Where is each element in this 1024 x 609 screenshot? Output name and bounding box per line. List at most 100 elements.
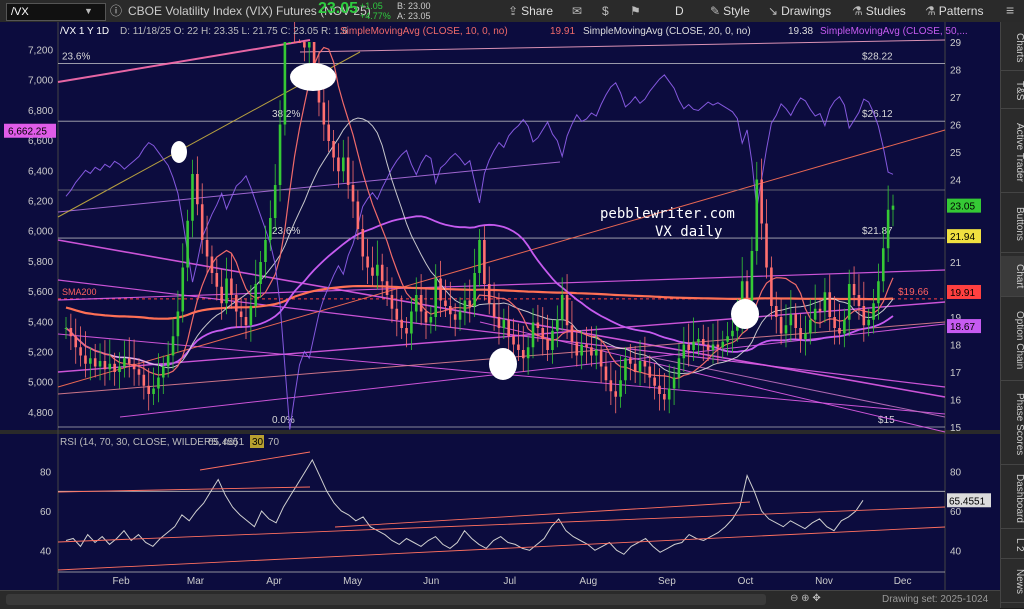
candle-body xyxy=(570,325,574,342)
candle-body xyxy=(303,42,306,48)
candle-body xyxy=(439,278,442,301)
candle-body xyxy=(283,42,287,125)
tab-active-trader[interactable]: Active Trader xyxy=(1001,112,1024,193)
candle-body xyxy=(551,330,554,350)
highlight-oval xyxy=(171,141,187,163)
left-axis-tick: 6,000 xyxy=(28,227,53,238)
candle-body xyxy=(521,350,525,359)
info-icon[interactable]: ⓘ xyxy=(110,3,122,19)
envelope-icon: ✉ xyxy=(572,4,583,18)
tab-buttons[interactable]: Buttons xyxy=(1001,196,1024,253)
tab-chart[interactable]: Chart xyxy=(1001,256,1024,297)
studies-button[interactable]: ⚗ Studies xyxy=(852,3,906,19)
menu-icon[interactable]: ≡ xyxy=(1006,2,1014,18)
price-change: +1.05 +4.77% xyxy=(360,1,391,21)
drawings-icon: ↘ xyxy=(768,4,779,18)
candle-body xyxy=(765,223,768,268)
candle-body xyxy=(215,273,219,287)
candle-body xyxy=(152,388,155,394)
rsi-axis-tick: 80 xyxy=(950,468,962,479)
candle-body xyxy=(196,174,199,205)
candle-body xyxy=(181,267,185,312)
candle-body xyxy=(594,350,598,356)
sma200-label: SMA200 xyxy=(62,287,97,297)
left-axis-tick: 6,800 xyxy=(28,106,53,117)
x-axis-tick: Dec xyxy=(894,576,912,587)
trendline xyxy=(479,321,946,433)
price-tag-label: 21.94 xyxy=(950,232,975,243)
candle-body xyxy=(483,240,486,284)
candle-body xyxy=(575,341,579,356)
candle-body xyxy=(254,284,258,306)
candle-body xyxy=(191,174,194,221)
tab-news[interactable]: News xyxy=(1001,562,1024,603)
right-axis-tick: 16 xyxy=(950,396,962,407)
rsi-param-70: 70 xyxy=(268,437,280,448)
candle-body xyxy=(307,42,311,48)
tab-phase-scores[interactable]: Phase Scores xyxy=(1001,384,1024,465)
fib-price-label: $26.12 xyxy=(862,109,893,120)
drawings-button[interactable]: ↘ Drawings xyxy=(768,3,831,19)
candle-body xyxy=(264,240,267,262)
share-button[interactable]: ⇪ Share xyxy=(508,3,553,19)
x-axis-tick: Jul xyxy=(503,576,516,587)
rsi-trendline xyxy=(57,526,946,571)
candle-body xyxy=(449,306,452,315)
candle-body xyxy=(322,102,326,125)
left-axis-tick: 6,400 xyxy=(28,166,53,177)
bid-ask: B: 23.00 A: 23.05 xyxy=(397,1,431,21)
candle-body xyxy=(565,295,569,326)
candle-body xyxy=(745,281,749,301)
x-axis-tick: May xyxy=(343,576,362,587)
candle-body xyxy=(711,344,715,350)
candle-body xyxy=(84,355,87,364)
period-button[interactable]: D xyxy=(675,3,684,19)
tab-option-chain[interactable]: Option Chain xyxy=(1001,300,1024,381)
candle-body xyxy=(239,311,243,317)
candle-body xyxy=(872,303,875,320)
ohlc-label: D: 11/18/25 O: 22 H: 23.35 L: 21.75 C: 2… xyxy=(120,26,348,37)
flag-button[interactable]: ⚑ xyxy=(630,3,644,19)
zoom-icons[interactable]: ⊖ ⊕ ✥ xyxy=(790,593,821,604)
period-label: D xyxy=(675,4,684,18)
candle-body xyxy=(590,347,593,356)
tab-level2[interactable]: L 2 xyxy=(1001,532,1024,559)
sma10-value: 19.91 xyxy=(550,26,575,37)
candle-body xyxy=(161,366,165,378)
candle-body xyxy=(332,141,335,158)
style-button[interactable]: ✎ Style xyxy=(710,3,750,19)
chevron-down-icon[interactable]: ▼ xyxy=(84,3,93,19)
candle-body xyxy=(624,358,627,381)
candle-body xyxy=(414,295,418,312)
rsi-value: 65.4551 xyxy=(208,437,245,448)
candle-body xyxy=(891,205,895,210)
toolbar: /VX ▼ ⓘ CBOE Volatility Index (VIX) Futu… xyxy=(0,0,1024,23)
patterns-button[interactable]: ⚗ Patterns xyxy=(925,3,983,19)
candle-body xyxy=(186,220,189,268)
left-axis-tick: 4,800 xyxy=(28,408,53,419)
candle-body xyxy=(278,124,282,185)
candle-body xyxy=(361,229,365,257)
share-icon: ⇪ xyxy=(508,4,519,18)
dollar-button[interactable]: $ xyxy=(602,3,612,19)
sma50-label: SimpleMovingAvg (CLOSE, 50,... xyxy=(820,26,968,37)
candle-body xyxy=(701,339,705,345)
left-axis-tick: 5,400 xyxy=(28,317,53,328)
candle-body xyxy=(804,333,807,339)
horizontal-scrollbar[interactable] xyxy=(6,594,766,605)
dollar-icon: $ xyxy=(602,4,609,18)
tab-dashboard[interactable]: Dashboard xyxy=(1001,468,1024,529)
chart-area[interactable]: 23.6%$28.2238.2%$26.1223.6%$21.870.0%$15… xyxy=(0,22,1000,590)
candle-body xyxy=(789,314,793,326)
candle-body xyxy=(877,281,880,304)
candle-body xyxy=(847,284,851,320)
candle-body xyxy=(599,350,603,367)
candle-body xyxy=(234,295,238,312)
tab-charts[interactable]: Charts xyxy=(1001,26,1024,71)
price-tag-label: 23.05 xyxy=(950,202,975,213)
right-axis-tick: 24 xyxy=(950,176,962,187)
envelope-button[interactable]: ✉ xyxy=(572,3,585,19)
candle-body xyxy=(760,179,763,224)
candle-body xyxy=(487,284,491,304)
tab-time-and-sales[interactable]: T&S xyxy=(1001,74,1024,109)
